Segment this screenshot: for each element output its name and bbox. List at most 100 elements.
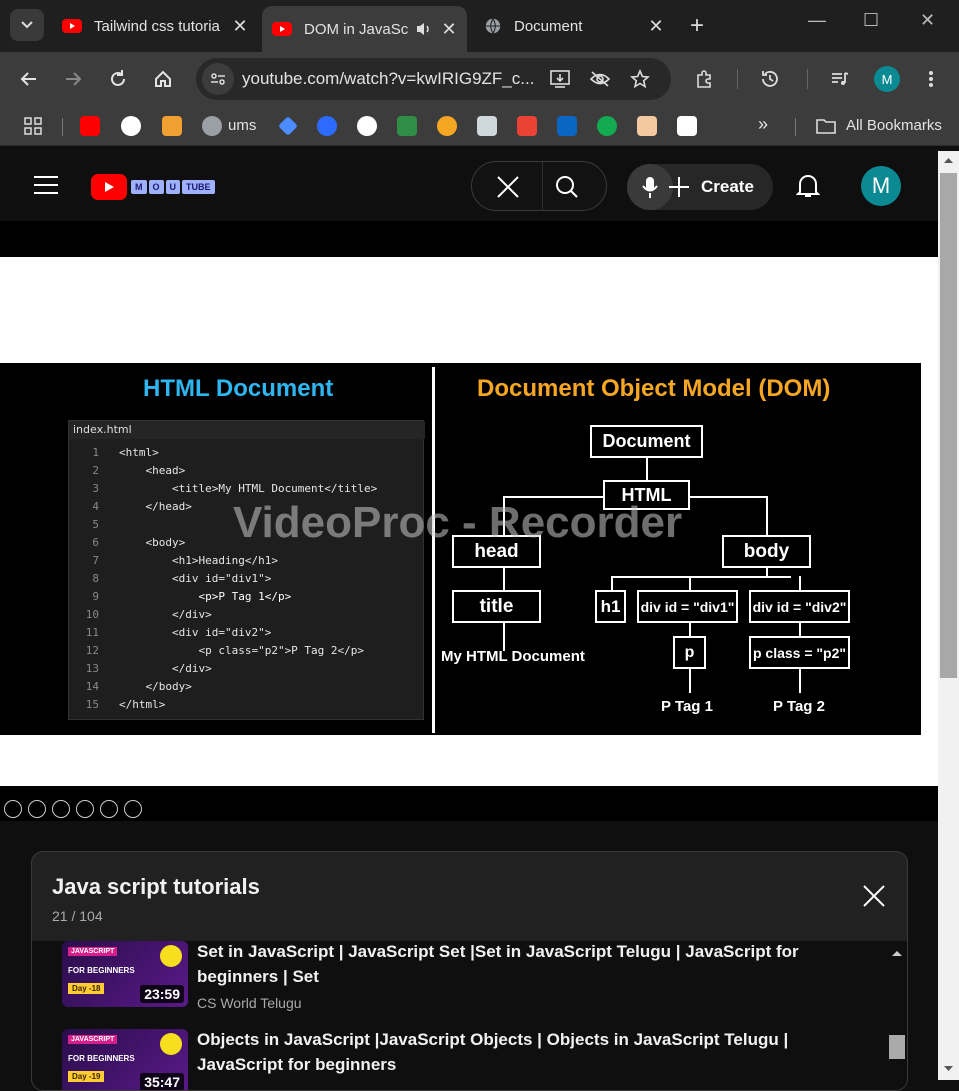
site-info-icon[interactable] [202,63,234,95]
url-text[interactable]: youtube.com/watch?v=kwIRIG9ZF_c... [242,69,537,89]
forward-button[interactable] [60,66,86,92]
code-file-name: index.html [73,423,132,436]
video-thumbnail[interactable]: JAVASCRIPT FOR BEGINNERS Day -19 35:47 [62,1029,188,1090]
line-number: 14 [85,679,99,693]
code-line: 13 </div> [69,659,377,677]
bookmark-gemini-icon[interactable] [278,116,298,136]
scroll-up-icon[interactable] [943,157,954,164]
tab-document[interactable]: Document ✕ [474,6,674,46]
bookmark-chatgpt-icon[interactable] [121,116,141,136]
close-window-button[interactable]: ✕ [920,10,935,31]
scroll-up-icon[interactable] [891,949,903,957]
bookmark-gmail-icon[interactable] [517,116,537,136]
search-icon[interactable] [555,175,579,199]
home-button[interactable] [150,66,176,92]
youtube-logo[interactable]: M O U TUBE [91,174,215,200]
tab-dom[interactable]: DOM in JavaSc ✕ [262,6,467,52]
video-title[interactable]: Set in JavaScript | JavaScript Set |Set … [197,939,877,989]
page-scrollbar[interactable] [938,151,959,1080]
close-tab-icon[interactable]: ✕ [232,16,248,37]
channel-name[interactable]: CS World Telugu [197,995,302,1011]
tree-line [799,668,801,693]
page-scrollbar-thumb[interactable] [940,173,957,678]
dom-title: Document Object Model (DOM) [477,375,831,402]
maximize-button[interactable]: ☐ [863,10,879,31]
eye-off-icon[interactable] [589,70,611,88]
logo-letter: TUBE [182,180,215,194]
bookmark-leetcode-icon[interactable] [162,116,182,136]
bookmark-mongodb-icon[interactable] [597,116,617,136]
create-button[interactable]: Create [627,164,773,210]
close-icon[interactable] [496,175,520,199]
globe-icon[interactable] [202,116,222,136]
bookmark-linkedin-icon[interactable] [557,116,577,136]
bookmark-ums-label[interactable]: ums [228,117,256,134]
microphone-icon[interactable] [627,164,673,210]
account-avatar[interactable]: M [861,166,901,206]
chevron-double-right-icon[interactable]: » [758,114,768,135]
apps-grid-icon[interactable] [24,117,42,135]
code-text: </div> [119,661,212,675]
bookmark-geeksforgeeks-icon[interactable] [397,116,417,136]
media-control-button[interactable] [827,66,853,92]
profile-avatar[interactable]: M [874,66,900,92]
bookmark-sun-icon[interactable] [437,116,457,136]
playlist-music-icon [832,72,849,85]
bookmark-bluetooth-icon[interactable] [317,116,337,136]
video-thumbnail[interactable]: JAVASCRIPT FOR BEGINNERS Day -18 23:59 [62,941,188,1007]
recorder-control-icon[interactable] [4,800,22,818]
bookmark-paypal-icon[interactable] [677,116,697,136]
thumb-tag: JAVASCRIPT [68,947,118,956]
star-icon[interactable] [630,69,650,89]
close-icon[interactable] [862,884,886,908]
bookmark-youtube-icon[interactable] [80,116,100,136]
playlist-scrollbar-thumb[interactable] [889,1035,905,1059]
playlist-title[interactable]: Java script tutorials [52,874,260,900]
folder-icon[interactable] [816,117,836,135]
playlist-item[interactable]: JAVASCRIPT FOR BEGINNERS Day -19 35:47 O… [62,1027,892,1090]
all-bookmarks-label[interactable]: All Bookmarks [846,117,942,134]
extensions-button[interactable] [691,66,717,92]
code-line: 12 <p class="p2">P Tag 2</p> [69,641,377,659]
new-tab-button[interactable]: + [690,12,704,40]
code-text: <div id="div2"> [119,625,272,639]
dom-text-title: My HTML Document [441,648,585,665]
close-tab-icon[interactable]: ✕ [441,19,457,40]
arrow-right-icon [66,72,82,86]
minimize-button[interactable]: — [808,10,826,31]
history-button[interactable] [757,66,783,92]
recorder-control-icon[interactable] [124,800,142,818]
tree-line [611,576,613,591]
recorder-control-icon[interactable] [100,800,118,818]
close-tab-icon[interactable]: ✕ [648,16,664,37]
recorder-control-icon[interactable] [76,800,94,818]
more-vertical-icon [929,71,933,87]
line-number: 8 [92,571,99,585]
install-app-icon[interactable] [549,69,571,89]
address-bar[interactable]: youtube.com/watch?v=kwIRIG9ZF_c... [196,58,671,100]
playlist-item[interactable]: JAVASCRIPT FOR BEGINNERS Day -18 23:59 S… [62,941,892,1021]
speaker-icon[interactable] [415,21,433,37]
dom-node-p: p [673,636,706,669]
hamburger-menu-icon[interactable] [34,176,58,194]
tab-search-button[interactable] [10,9,44,41]
scroll-down-icon[interactable] [943,1065,954,1072]
line-number: 12 [85,643,99,657]
recorder-control-icon[interactable] [28,800,46,818]
playlist-items: JAVASCRIPT FOR BEGINNERS Day -18 23:59 S… [32,941,907,1090]
back-button[interactable] [16,66,42,92]
code-line: 11 <div id="div2"> [69,623,377,641]
recorder-control-icon[interactable] [52,800,70,818]
bookmark-cow-icon[interactable] [637,116,657,136]
bookmark-github-icon[interactable] [357,116,377,136]
video-title[interactable]: Objects in JavaScript |JavaScript Object… [197,1027,877,1077]
bookmark-window-icon[interactable] [477,116,497,136]
line-number: 15 [85,697,99,711]
search-bar[interactable] [471,161,607,211]
video-player[interactable]: HTML Document Document Object Model (DOM… [0,221,938,821]
tree-line [503,566,505,591]
menu-button[interactable] [918,66,944,92]
notifications-bell-icon[interactable] [796,173,820,199]
tab-tailwind[interactable]: Tailwind css tutoria ✕ [52,6,258,46]
reload-button[interactable] [105,66,131,92]
